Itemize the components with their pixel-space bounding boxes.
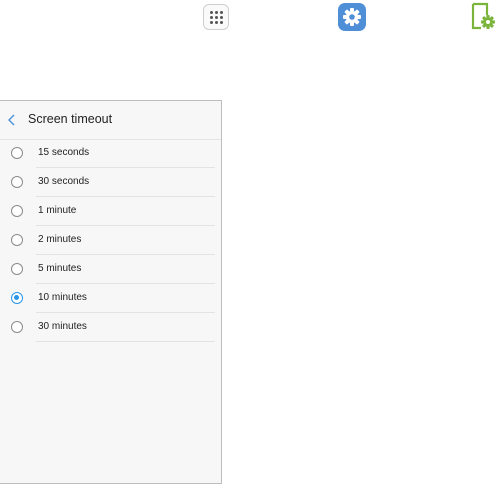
option-15-seconds[interactable]: 15 seconds: [0, 139, 221, 168]
option-1-minute[interactable]: 1 minute: [0, 197, 221, 226]
timeout-options-list: 15 seconds 30 seconds 1 minute 2 minutes: [0, 139, 221, 342]
option-30-minutes[interactable]: 30 minutes: [0, 313, 221, 342]
option-label: 1 minute: [38, 205, 77, 216]
page-title: Screen timeout: [28, 112, 113, 126]
divider: [36, 341, 215, 342]
option-label: 30 seconds: [38, 176, 90, 187]
radio-button-selected[interactable]: [11, 292, 23, 304]
panel-header: Screen timeout: [0, 101, 221, 140]
apps-grid-icon[interactable]: [203, 4, 229, 30]
option-30-seconds[interactable]: 30 seconds: [0, 168, 221, 197]
chevron-left-icon[interactable]: [5, 113, 19, 127]
option-label: 15 seconds: [38, 147, 90, 158]
radio-button[interactable]: [11, 263, 23, 275]
option-10-minutes[interactable]: 10 minutes: [0, 284, 221, 313]
radio-button[interactable]: [11, 234, 23, 246]
settings-gear-icon[interactable]: [338, 3, 366, 31]
screen-timeout-panel: Screen timeout 15 seconds 30 seconds 1 m…: [0, 100, 222, 484]
radio-button[interactable]: [11, 147, 23, 159]
option-label: 2 minutes: [38, 234, 82, 245]
option-label: 10 minutes: [38, 292, 87, 303]
option-5-minutes[interactable]: 5 minutes: [0, 255, 221, 284]
radio-button[interactable]: [11, 205, 23, 217]
option-label: 30 minutes: [38, 321, 87, 332]
option-label: 5 minutes: [38, 263, 82, 274]
display-settings-icon[interactable]: [468, 2, 496, 32]
radio-button[interactable]: [11, 176, 23, 188]
radio-button[interactable]: [11, 321, 23, 333]
page: Screen timeout 15 seconds 30 seconds 1 m…: [0, 0, 496, 485]
option-2-minutes[interactable]: 2 minutes: [0, 226, 221, 255]
